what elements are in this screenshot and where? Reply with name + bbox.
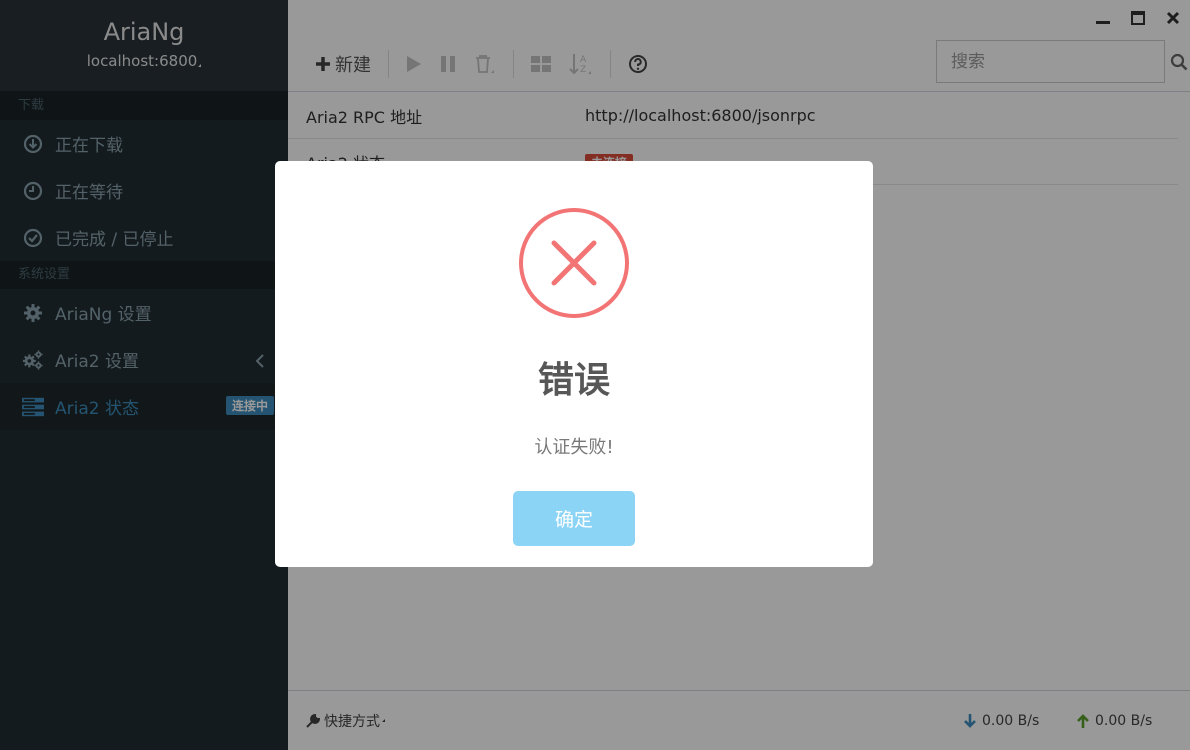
error-dialog: 错误 认证失败! 确定 <box>275 161 873 567</box>
error-x-icon <box>518 207 630 319</box>
dialog-message: 认证失败! <box>534 437 614 458</box>
dialog-title: 错误 <box>537 360 610 401</box>
confirm-button[interactable]: 确定 <box>513 491 635 546</box>
